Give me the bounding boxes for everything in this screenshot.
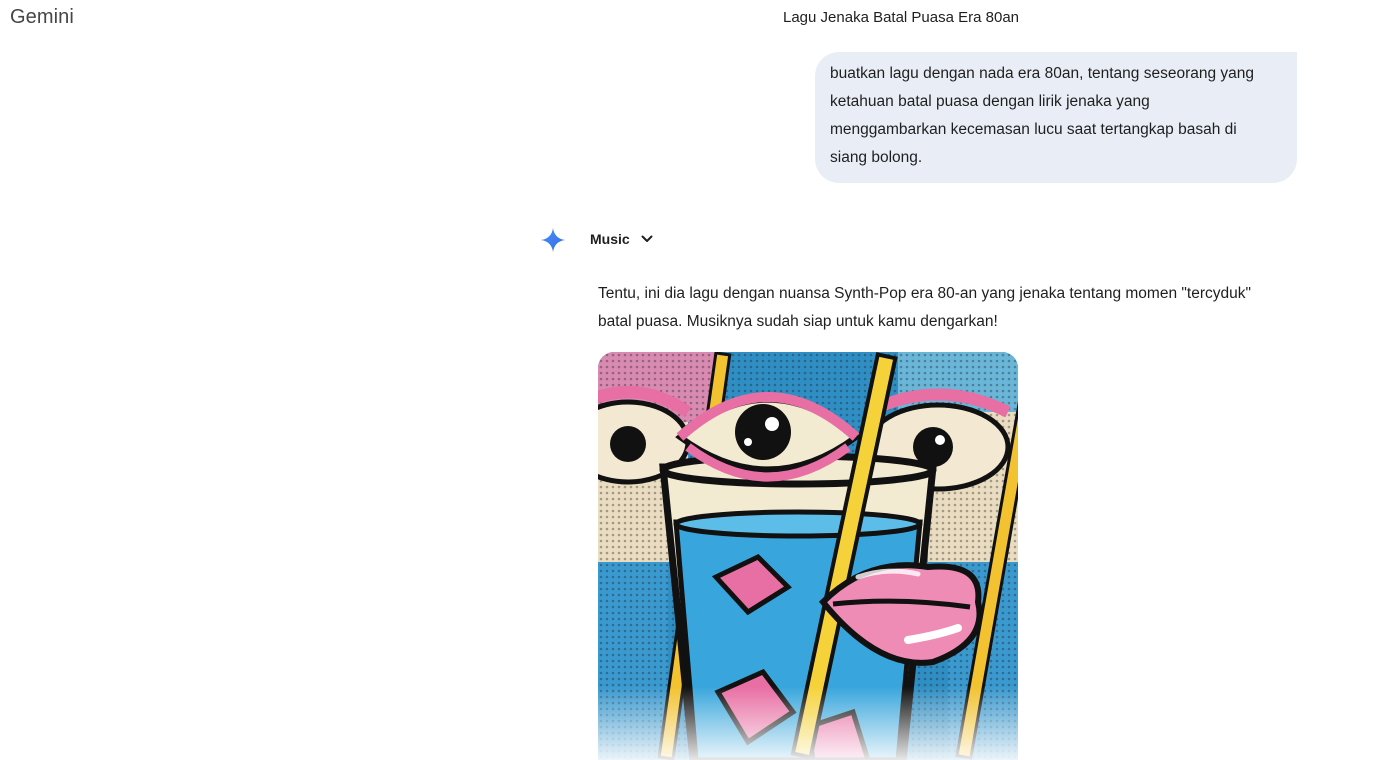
response-line: Tentu, ini dia lagu dengan nuansa Synth-… bbox=[598, 285, 1251, 302]
user-message-line: menggambarkan kecemasan lucu saat tertan… bbox=[830, 121, 1237, 138]
conversation-title: Lagu Jenaka Batal Puasa Era 80an bbox=[783, 9, 1020, 26]
user-message-line: ketahuan batal puasa dengan lirik jenaka… bbox=[830, 93, 1150, 110]
user-message-line: siang bolong. bbox=[830, 149, 923, 166]
response-text: Tentu, ini dia lagu dengan nuansa Synth-… bbox=[598, 280, 1303, 336]
model-selector-button[interactable]: Music bbox=[590, 231, 654, 247]
gemini-spark-icon bbox=[539, 226, 567, 254]
model-label: Music bbox=[590, 231, 630, 247]
user-message-line: buatkan lagu dengan nada era 80an, tenta… bbox=[830, 65, 1255, 82]
chevron-down-icon bbox=[640, 232, 654, 246]
response-line: batal puasa. Musiknya sudah siap untuk k… bbox=[598, 313, 998, 330]
song-cover-image[interactable] bbox=[598, 352, 1018, 760]
user-message-bubble: buatkan lagu dengan nada era 80an, tenta… bbox=[815, 52, 1297, 183]
app-title[interactable]: Gemini bbox=[10, 6, 74, 29]
